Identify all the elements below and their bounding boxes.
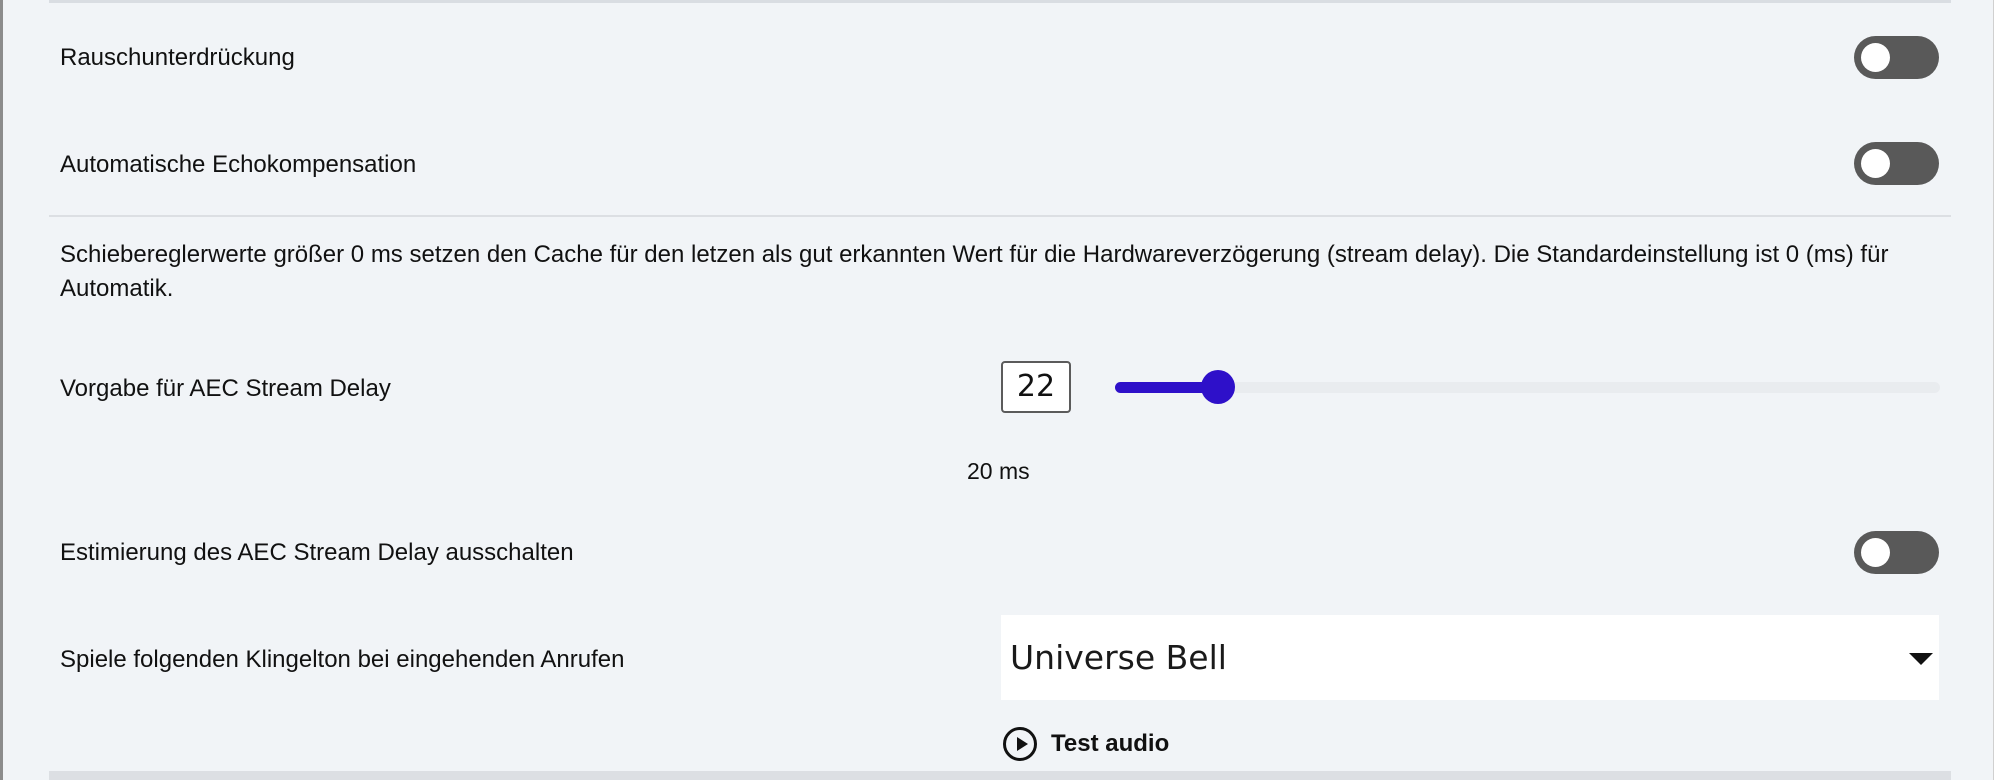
ringtone-dropdown[interactable]: Universe Bell (1001, 615, 1939, 700)
test-audio-label: Test audio (1051, 730, 1170, 757)
slider-thumb[interactable] (1201, 370, 1235, 404)
toggle-knob (1861, 149, 1890, 178)
test-audio-button[interactable]: Test audio (1003, 724, 1169, 764)
aec-stream-delay-value-field[interactable]: 22 (1001, 361, 1071, 413)
noise-suppression-label: Rauschunterdrückung (60, 44, 295, 71)
aec-stream-delay-slider[interactable] (1115, 370, 1940, 404)
audio-settings-panel: Rauschunterdrückung Automatische Echokom… (0, 0, 1994, 780)
section-divider (49, 215, 1951, 217)
toggle-knob (1861, 43, 1890, 72)
ringtone-label: Spiele folgenden Klingelton bei eingehen… (60, 646, 625, 673)
echo-cancellation-toggle[interactable] (1854, 142, 1939, 185)
top-divider (49, 0, 1951, 3)
toggle-knob (1861, 538, 1890, 567)
aec-stream-delay-label: Vorgabe für AEC Stream Delay (60, 375, 391, 402)
disable-delay-estimation-label: Estimierung des AEC Stream Delay ausscha… (60, 539, 574, 566)
echo-cancellation-label: Automatische Echokompensation (60, 151, 417, 178)
bottom-divider (49, 771, 1951, 780)
ringtone-selected-value: Universe Bell (1010, 638, 1227, 677)
noise-suppression-toggle[interactable] (1854, 36, 1939, 79)
disable-delay-estimation-toggle[interactable] (1854, 531, 1939, 574)
slider-caption: 20 ms (967, 458, 1030, 484)
caret-down-icon (1909, 653, 1933, 665)
stream-delay-description: Schiebereglerwerte größer 0 ms setzen de… (60, 241, 1889, 302)
play-circle-icon (1003, 727, 1037, 761)
